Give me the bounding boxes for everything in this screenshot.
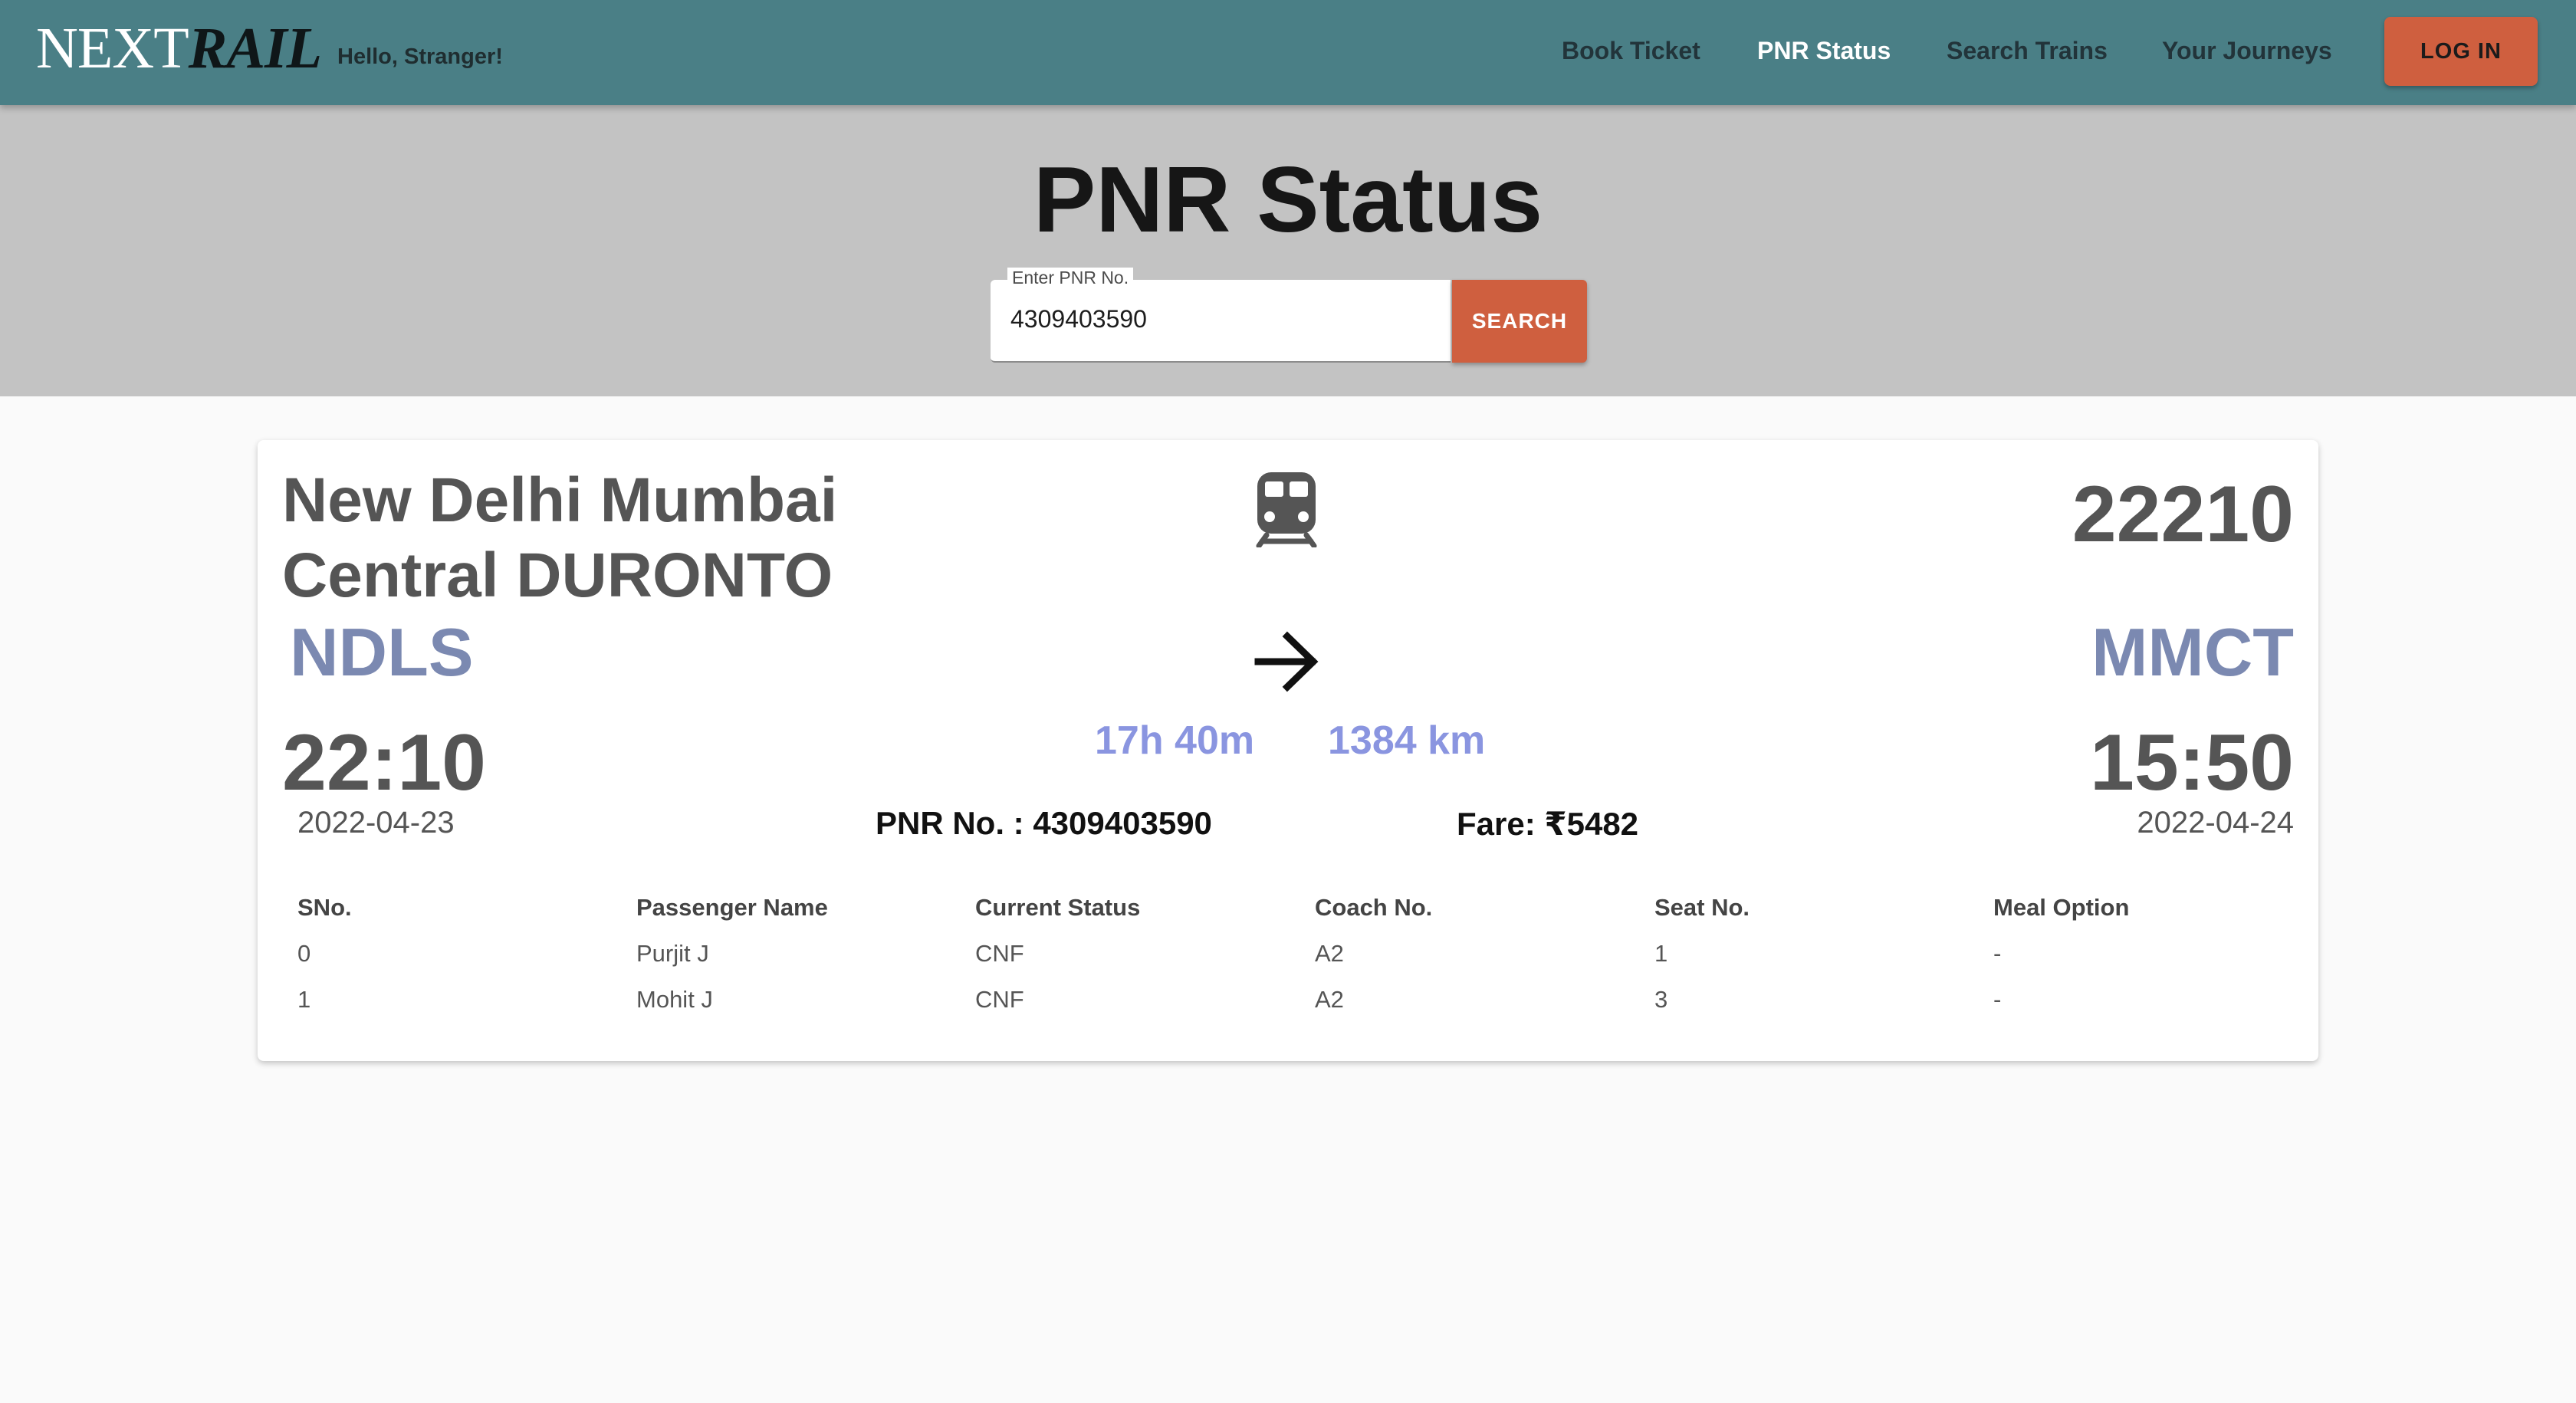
arrival-date: 2022-04-24 <box>2137 806 2294 840</box>
origin-station-code: NDLS <box>290 614 474 690</box>
ticket-card: New Delhi Mumbai Central DURONTO 22210 N… <box>258 440 2318 1061</box>
nav-book-ticket[interactable]: Book Ticket <box>1562 37 1700 65</box>
pnr-input-label: Enter PNR No. <box>1007 268 1134 288</box>
search-button[interactable]: SEARCH <box>1452 280 1587 363</box>
table-cell: 1 <box>1654 940 1668 967</box>
table-cell: CNF <box>975 940 1024 967</box>
column-header: Seat No. <box>1654 894 1750 921</box>
journey-distance: 1384 km <box>1328 718 1486 763</box>
train-name: New Delhi Mumbai Central DURONTO <box>282 465 838 610</box>
destination-station-code: MMCT <box>2091 614 2294 690</box>
pnr-number: PNR No. : 4309403590 <box>876 805 1212 841</box>
table-cell: - <box>1993 986 2002 1013</box>
passenger-table-header: SNo. Passenger Name Current Status Coach… <box>297 885 2291 931</box>
table-row: 1 Mohit J CNF A2 3 - <box>297 977 2291 1023</box>
journey-duration: 17h 40m <box>1095 718 1255 763</box>
logo-text-rail: RAIL <box>188 16 322 80</box>
login-button[interactable]: LOG IN <box>2384 17 2538 86</box>
table-cell: A2 <box>1315 940 1344 967</box>
nav-search-trains[interactable]: Search Trains <box>1947 37 2108 65</box>
table-cell: - <box>1993 940 2002 967</box>
nav-your-journeys[interactable]: Your Journeys <box>2162 37 2332 65</box>
logo-text-next: NEXT <box>36 16 189 80</box>
arrival-time: 15:50 <box>2090 718 2294 807</box>
table-cell: Purjit J <box>636 940 709 967</box>
departure-date: 2022-04-23 <box>297 806 455 840</box>
column-header: Meal Option <box>1993 894 2130 921</box>
arrow-right-icon <box>1254 631 1319 692</box>
column-header: SNo. <box>297 894 352 921</box>
pnr-input[interactable]: Enter PNR No. 4309403590 <box>991 268 1451 363</box>
departure-time: 22:10 <box>282 718 486 807</box>
table-cell: 3 <box>1654 986 1668 1013</box>
table-cell: 0 <box>297 940 311 967</box>
pnr-input-value[interactable]: 4309403590 <box>1010 305 1147 334</box>
table-cell: A2 <box>1315 986 1344 1013</box>
table-cell: 1 <box>297 986 311 1013</box>
navbar: NEXTRAIL Hello, Stranger! Book Ticket PN… <box>0 0 2576 105</box>
table-row: 0 Purjit J CNF A2 1 - <box>297 931 2291 977</box>
column-header: Coach No. <box>1315 894 1433 921</box>
column-header: Passenger Name <box>636 894 828 921</box>
fare-amount: Fare: ₹5482 <box>1457 806 1639 842</box>
column-header: Current Status <box>975 894 1141 921</box>
page-title: PNR Status <box>1033 147 1543 251</box>
train-icon <box>1256 472 1317 547</box>
table-cell: Mohit J <box>636 986 713 1013</box>
brand-logo[interactable]: NEXTRAIL <box>36 14 322 83</box>
pnr-search-section: PNR Status Enter PNR No. 4309403590 SEAR… <box>0 105 2576 396</box>
table-cell: CNF <box>975 986 1024 1013</box>
nav-pnr-status[interactable]: PNR Status <box>1757 37 1891 65</box>
greeting-text: Hello, Stranger! <box>337 44 503 69</box>
train-number: 22210 <box>2072 470 2294 559</box>
